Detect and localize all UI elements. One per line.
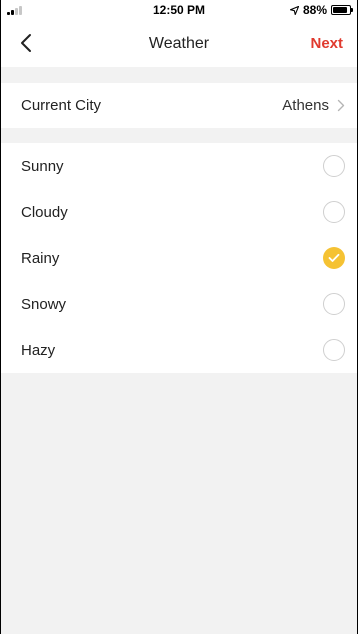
city-value-wrap: Athens bbox=[282, 97, 345, 114]
weather-option-rainy[interactable]: Rainy bbox=[1, 235, 357, 281]
weather-option-label: Sunny bbox=[21, 157, 64, 175]
status-bar: 12:50 PM 88% bbox=[1, 0, 357, 20]
nav-bar: Weather Next bbox=[1, 20, 357, 67]
weather-option-snowy[interactable]: Snowy bbox=[1, 281, 357, 327]
chevron-left-icon bbox=[21, 34, 31, 52]
chevron-right-icon bbox=[337, 99, 345, 112]
current-city-label: Current City bbox=[21, 97, 102, 114]
current-city-value: Athens bbox=[282, 97, 329, 114]
back-button[interactable] bbox=[11, 28, 41, 58]
weather-option-hazy[interactable]: Hazy bbox=[1, 327, 357, 373]
weather-option-label: Hazy bbox=[21, 341, 56, 359]
weather-option-sunny[interactable]: Sunny bbox=[1, 143, 357, 189]
checked-radio-icon[interactable] bbox=[323, 247, 345, 269]
unchecked-radio-icon[interactable] bbox=[323, 339, 345, 361]
weather-option-list: Sunny Cloudy Rainy Snowy Hazy bbox=[1, 143, 357, 373]
status-right: 88% bbox=[289, 3, 353, 17]
checkmark-icon bbox=[328, 253, 340, 262]
weather-option-label: Snowy bbox=[21, 295, 67, 313]
location-arrow-icon bbox=[289, 5, 299, 15]
battery-icon bbox=[331, 5, 353, 15]
page-title: Weather bbox=[148, 34, 210, 52]
next-button[interactable]: Next bbox=[310, 20, 343, 67]
weather-option-label: Cloudy bbox=[21, 203, 68, 221]
unchecked-radio-icon[interactable] bbox=[323, 155, 345, 177]
unchecked-radio-icon[interactable] bbox=[323, 293, 345, 315]
signal-icon bbox=[7, 5, 47, 15]
unchecked-radio-icon[interactable] bbox=[323, 201, 345, 223]
weather-option-label: Rainy bbox=[21, 249, 60, 267]
weather-option-cloudy[interactable]: Cloudy bbox=[1, 189, 357, 235]
battery-fill bbox=[333, 7, 348, 13]
battery-percent: 88% bbox=[302, 3, 327, 17]
current-city-row[interactable]: Current City Athens bbox=[1, 83, 357, 128]
weather-screen: 12:50 PM 88% Weather Next Current City A… bbox=[0, 0, 358, 634]
